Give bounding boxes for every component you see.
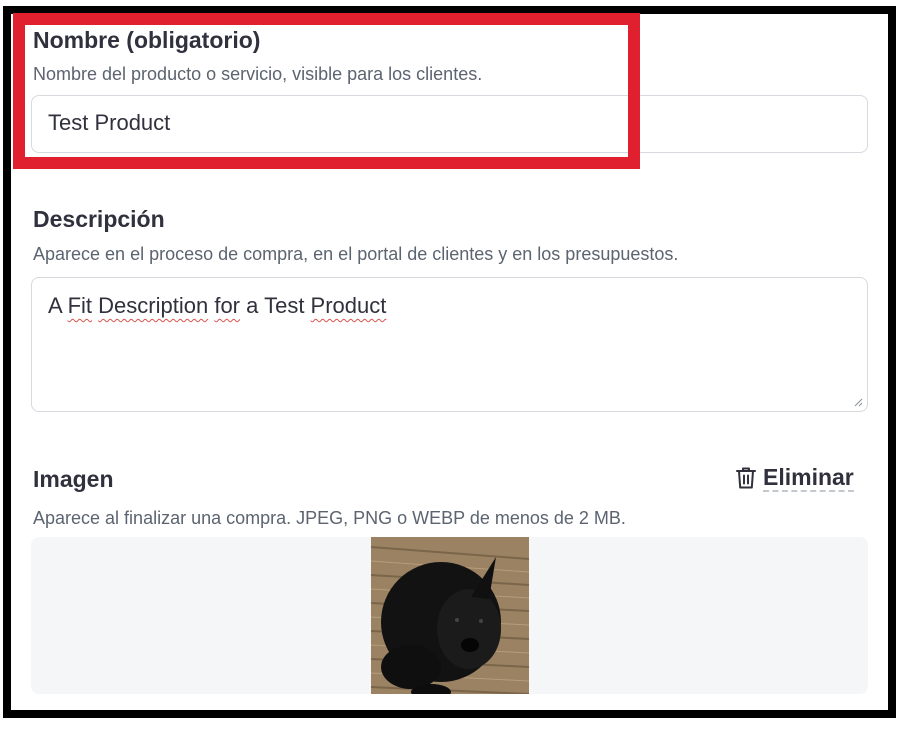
highlight-box	[13, 13, 640, 169]
image-help-text: Aparece al finalizar una compra. JPEG, P…	[33, 508, 626, 528]
description-label: Descripción	[33, 206, 165, 232]
description-textarea[interactable]: A Fit Description for a Test Product	[31, 277, 868, 412]
resize-handle-icon[interactable]	[853, 397, 863, 407]
image-label: Imagen	[33, 466, 114, 492]
trash-icon	[736, 467, 756, 489]
delete-button-label: Eliminar	[763, 464, 854, 492]
description-text: A Fit Description for a Test Product	[48, 293, 387, 318]
description-help-text: Aparece en el proceso de compra, en el p…	[33, 244, 679, 264]
product-image	[371, 537, 529, 694]
delete-image-button[interactable]: Eliminar	[735, 464, 854, 492]
